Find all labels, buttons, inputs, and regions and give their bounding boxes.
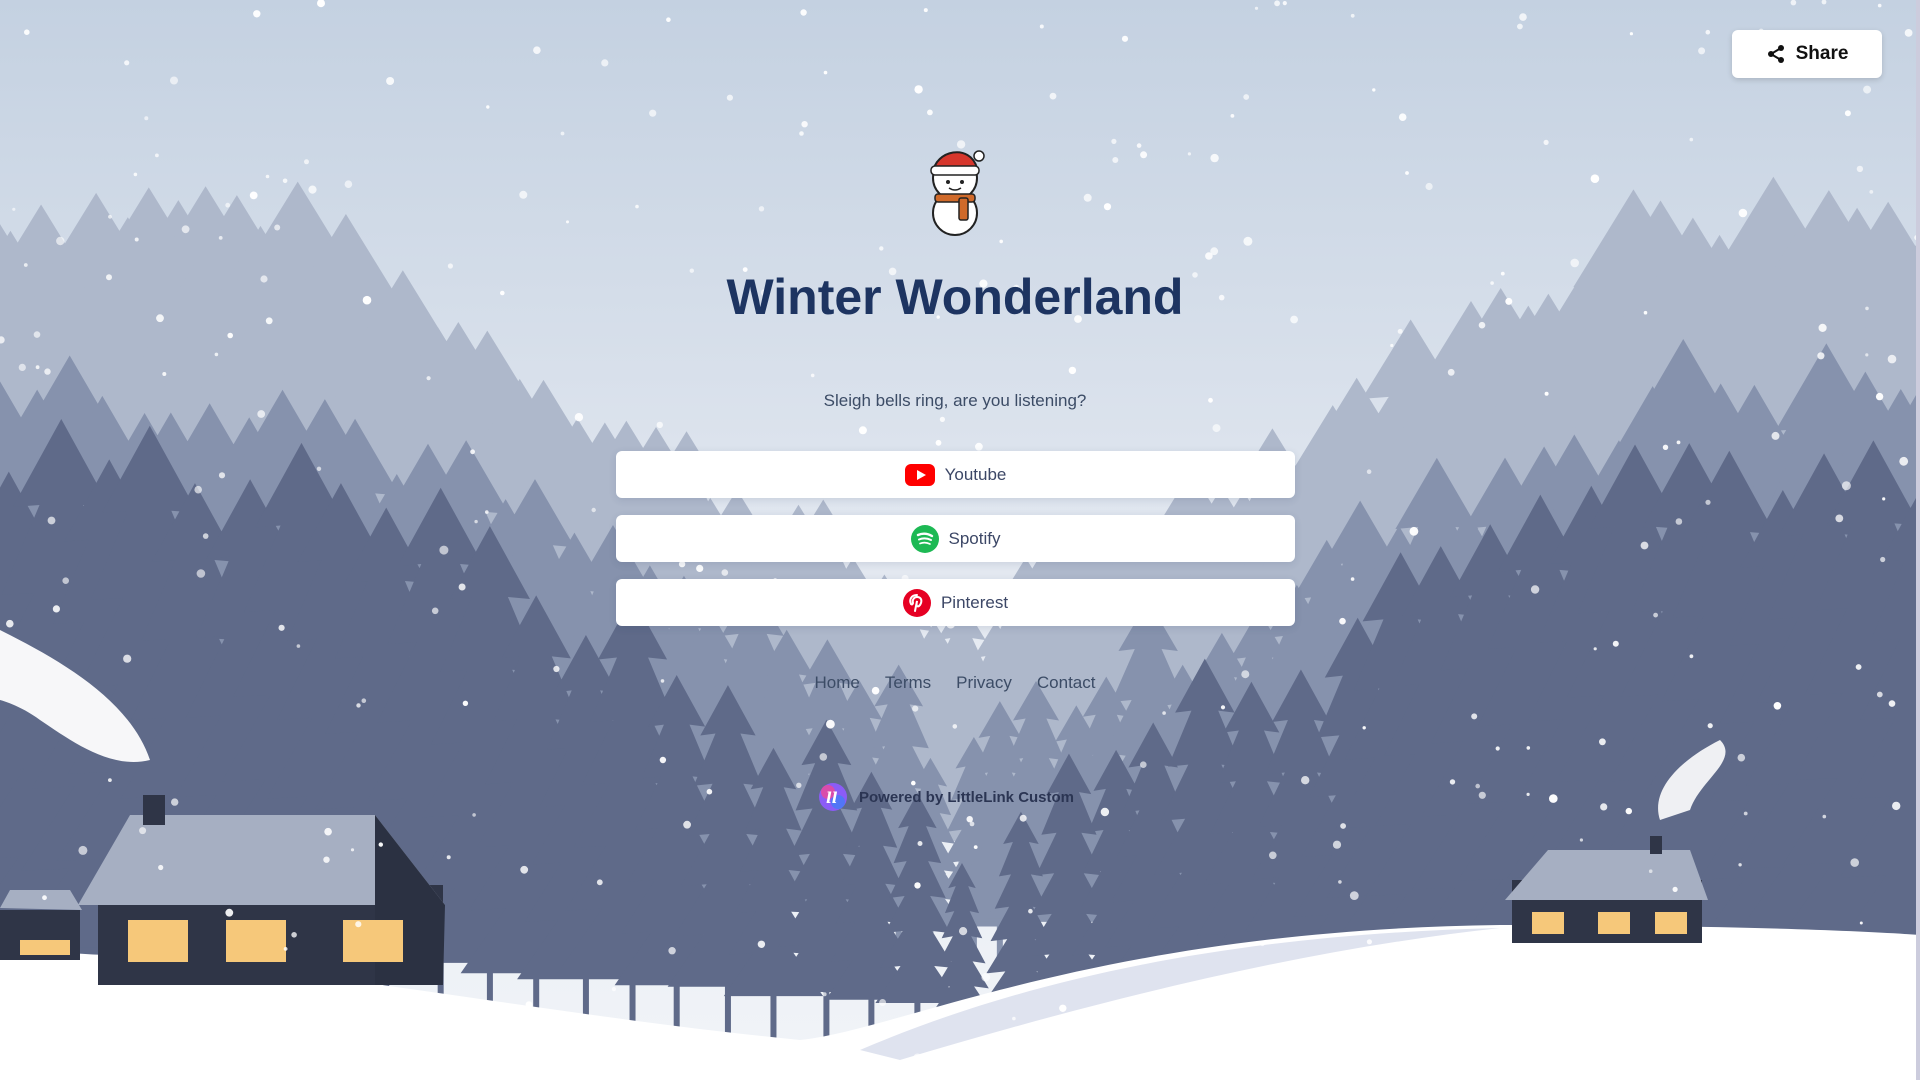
spotify-link-button[interactable]: Spotify [616, 515, 1295, 562]
powered-by-label: Powered by LittleLink Custom [859, 788, 1075, 806]
snowman-icon [930, 150, 985, 236]
footer-contact-link[interactable]: Contact [1037, 673, 1096, 693]
pinterest-icon [902, 588, 931, 617]
share-button[interactable]: Share [1732, 30, 1882, 78]
footer-nav: Home Terms Privacy Contact [0, 673, 1910, 693]
page-title: Winter Wonderland [726, 269, 1184, 325]
powered-by-link[interactable]: ll Powered by LittleLink Custom [817, 781, 1074, 813]
youtube-link-button[interactable]: Youtube [616, 451, 1295, 498]
pinterest-link-button[interactable]: Pinterest [616, 579, 1295, 626]
spotify-label: Spotify [948, 528, 1001, 548]
spotify-icon [910, 524, 939, 553]
svg-text:ll: ll [826, 789, 838, 807]
share-icon [1767, 45, 1784, 63]
littlelink-logo-icon: ll [819, 783, 847, 811]
link-list: Youtube Spotify Pinterest [616, 451, 1295, 643]
footer-home-link[interactable]: Home [815, 673, 860, 693]
youtube-label: Youtube [944, 464, 1007, 484]
footer-terms-link[interactable]: Terms [885, 673, 931, 693]
footer-privacy-link[interactable]: Privacy [956, 673, 1012, 693]
pinterest-label: Pinterest [940, 592, 1009, 612]
share-label: Share [1795, 43, 1849, 64]
page-subtitle: Sleigh bells ring, are you listening? [823, 391, 1087, 410]
youtube-icon [904, 463, 935, 486]
scrollbar[interactable] [1916, 0, 1920, 1080]
